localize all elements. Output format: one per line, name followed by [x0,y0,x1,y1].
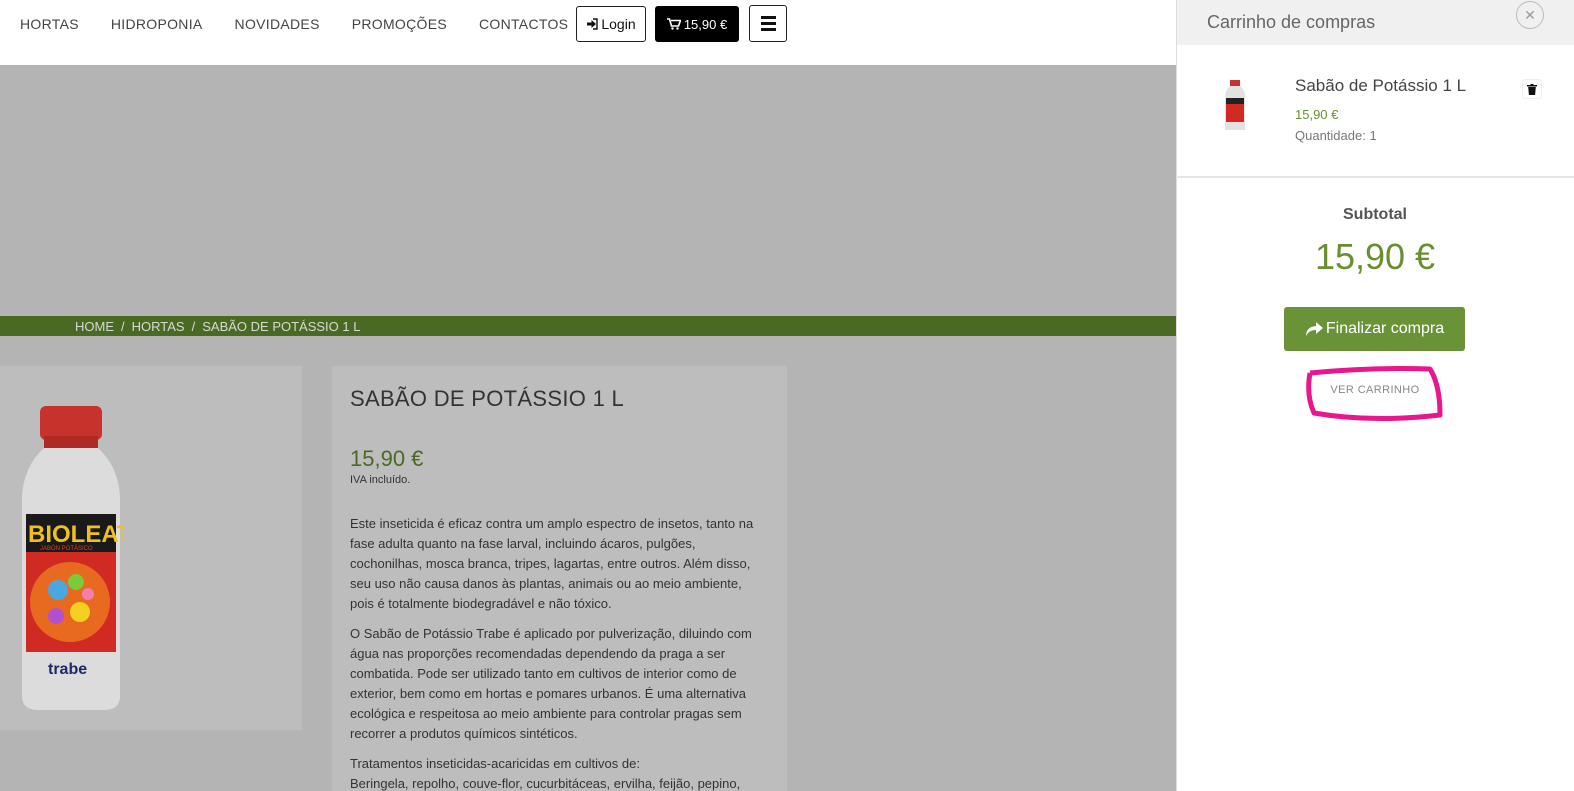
breadcrumb-separator: / [191,318,196,334]
page-overlay[interactable] [0,65,1176,316]
nav-item-contactos[interactable]: CONTACTOS [479,16,568,32]
sign-in-icon [587,18,599,30]
nav-item-novidades[interactable]: NOVIDADES [235,16,320,32]
tax-note: IVA incluído. [350,474,411,486]
login-label: Login [601,16,636,32]
description-paragraph: Beringela, repolho, couve-flor, cucurbit… [350,776,741,791]
product-description: Este inseticida é eficaz contra um amplo… [350,514,769,791]
description-paragraph: Este inseticida é eficaz contra um amplo… [350,516,754,611]
product-info-panel: SABÃO DE POTÁSSIO 1 L 15,90 € IVA incluí… [332,366,787,791]
cart-icon [666,18,681,30]
breadcrumb-category[interactable]: HORTAS [132,319,185,334]
cart-total-label: 15,90 € [683,16,728,32]
svg-text:trabe: trabe [48,661,87,678]
nav-item-promocoes[interactable]: PROMOÇÕES [352,16,447,32]
login-button[interactable]: Login [576,6,646,42]
svg-text:JABÓN POTÁSICO: JABÓN POTÁSICO [40,545,93,552]
top-navbar: HORTAS HIDROPONIA NOVIDADES PROMOÇÕES CO… [0,0,1176,65]
hamburger-icon [760,16,776,19]
cart-item-row: Sabão de Potássio 1 L 15,90 € Quantidade… [1176,0,1574,178]
cart-item: Sabão de Potássio 1 L 15,90 € Quantidade… [1176,0,1574,180]
cart-button[interactable]: 15,90 € [655,6,739,42]
cart-item-name[interactable]: Sabão de Potássio 1 L [1295,76,1466,96]
checkout-button[interactable]: Finalizar compra [1284,307,1465,351]
breadcrumb-home[interactable]: HOME [75,319,114,334]
breadcrumb: HOME / HORTAS / SABÃO DE POTÁSSIO 1 L [0,316,1176,336]
product-bottle-image: BIOLEAT JABÓN POTÁSICO trabe [22,406,124,710]
breadcrumb-separator: / [121,318,125,334]
remove-item-button[interactable] [1522,79,1542,99]
cart-item-price: 15,90 € [1295,107,1339,122]
checkout-label: Finalizar compra [1325,320,1445,337]
main-nav: HORTAS HIDROPONIA NOVIDADES PROMOÇÕES CO… [20,0,600,47]
cart-item-thumbnail [1225,80,1245,130]
share-arrow-icon [1305,321,1323,336]
nav-item-hortas[interactable]: HORTAS [20,16,79,32]
nav-item-hidroponia[interactable]: HIDROPONIA [111,16,203,32]
bottle-brand-text: BIOLEAT [28,521,124,548]
description-paragraph: O Sabão de Potássio Trabe é aplicado por… [350,626,752,741]
product-title: SABÃO DE POTÁSSIO 1 L [350,386,625,411]
description-paragraph: Tratamentos inseticidas-acaricidas em cu… [350,756,640,771]
product-price: 15,90 € [350,446,424,471]
breadcrumb-current: SABÃO DE POTÁSSIO 1 L [202,318,361,334]
view-cart-link[interactable]: VER CARRINHO [1306,370,1444,410]
hamburger-menu-button[interactable] [749,5,787,42]
trash-icon [1527,83,1537,95]
product-image-panel: BIOLEAT JABÓN POTÁSICO trabe [0,366,302,730]
cart-item-quantity: Quantidade: 1 [1295,128,1377,143]
